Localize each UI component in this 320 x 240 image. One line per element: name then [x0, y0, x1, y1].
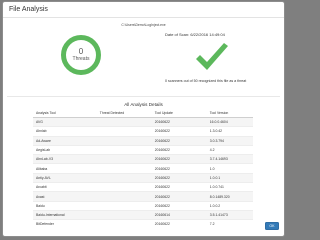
tool-update-cell: 20160614 [151, 209, 207, 220]
table-row: Baidu 20160622 1.0.0.2 [33, 200, 253, 211]
scan-date: Date of Scan: 6/22/2016 14:49:04 [165, 32, 225, 37]
table-row: Baidu-International 20160614 3.5.1.41473 [33, 209, 253, 220]
threat-detected-cell [96, 191, 152, 202]
analysis-details-table: Analysis Tool Threat Detected Tool Updat… [33, 109, 253, 229]
tool-version-cell: 3.5.1.41473 [206, 209, 253, 220]
scan-summary: 0 Threats Date of Scan: 6/22/2016 14:49:… [3, 28, 284, 96]
table-row: AegisLab 20160622 4.2 [33, 144, 253, 155]
check-icon [196, 43, 228, 70]
tool-update-cell: 20160622 [151, 135, 207, 146]
divider [7, 96, 280, 97]
threat-detected-cell [96, 209, 152, 220]
threat-detected-cell [96, 163, 152, 174]
table-row: Avast 20160622 8.0.1489.320 [33, 191, 253, 202]
tool-name-cell: Ad-Aware [33, 135, 97, 146]
tool-update-cell: 20160622 [151, 182, 207, 192]
tool-version-cell: 7.2 [206, 219, 253, 229]
threat-detected-cell [96, 116, 152, 127]
tool-version-cell: 1.3.0.42 [206, 126, 253, 137]
table-body: AVG 20160622 16.0.0.4604 Ahnlab 20160622 1.3.… [33, 116, 253, 229]
tool-name-cell: BitDefender [33, 219, 97, 229]
tool-update-cell: 20160622 [151, 191, 207, 202]
tool-version-cell: 1.0.0.741 [206, 182, 253, 192]
column-header: Analysis Tool [33, 109, 97, 118]
ok-button[interactable]: OK [265, 222, 279, 230]
tool-name-cell: Antiy-AVL [33, 172, 97, 183]
tool-version-cell: 4.2 [206, 144, 253, 155]
tool-version-cell: 1.0 [206, 163, 253, 174]
threat-detected-cell [96, 126, 152, 137]
scan-result: 0 scanners out of 50 recognized this fil… [165, 79, 247, 83]
tool-update-cell: 20160622 [151, 154, 207, 164]
threat-detected-cell [96, 200, 152, 211]
table-row: AVG 20160622 16.0.0.4604 [33, 116, 253, 127]
threat-detected-cell [96, 172, 152, 183]
tool-name-cell: AhnLab-V3 [33, 154, 97, 164]
threat-count: 0 [78, 47, 84, 56]
tool-update-cell: 20160622 [151, 144, 207, 155]
table-row: Ad-Aware 20160622 3.0.3.794 [33, 135, 253, 146]
tool-version-cell: 1.0.0.2 [206, 200, 253, 211]
threat-detected-cell [96, 182, 152, 192]
tool-name-cell: AVG [33, 116, 97, 127]
threat-detected-cell [96, 219, 152, 229]
threat-label: Threats [72, 56, 90, 62]
threat-detected-cell [96, 135, 152, 146]
tool-version-cell: 3.0.3.794 [206, 135, 253, 146]
tool-name-cell: Baidu [33, 200, 97, 211]
tool-update-cell: 20160622 [151, 163, 207, 174]
tool-name-cell: Alibaba [33, 163, 97, 174]
tool-name-cell: Avast [33, 191, 97, 202]
tool-update-cell: 20160622 [151, 172, 207, 183]
dialog-header: File Analysis [3, 2, 284, 18]
column-header: Tool Version [206, 109, 253, 118]
table-row: Ahnlab 20160622 1.3.0.42 [33, 126, 253, 137]
threat-count-circle: 0 Threats [61, 35, 101, 75]
tool-version-cell: 16.0.0.4604 [206, 116, 253, 127]
file-analysis-dialog: File Analysis C:\Users\Demo\LogInject.ex… [2, 1, 285, 237]
table-row: BitDefender 20160622 7.2 [33, 219, 253, 229]
tool-update-cell: 20160622 [151, 116, 207, 127]
tool-name-cell: AegisLab [33, 144, 97, 155]
tool-version-cell: 8.0.1489.320 [206, 191, 253, 202]
table-row: Arcabit 20160622 1.0.0.741 [33, 182, 253, 192]
details-title: All Analysis Details [124, 102, 163, 107]
table-row: AhnLab-V3 20160622 3.7.4.14693 [33, 154, 253, 164]
threat-detected-cell [96, 154, 152, 164]
column-header: Threat Detected [96, 109, 152, 118]
table-header-row: Analysis Tool Threat Detected Tool Updat… [33, 109, 253, 118]
tool-version-cell: 3.7.4.14693 [206, 154, 253, 164]
tool-update-cell: 20160622 [151, 219, 207, 229]
tool-update-cell: 20160622 [151, 200, 207, 211]
tool-name-cell: Baidu-International [33, 209, 97, 220]
dialog-title: File Analysis [9, 6, 48, 13]
tool-name-cell: Arcabit [33, 182, 97, 192]
tool-version-cell: 1.0.0.1 [206, 172, 253, 183]
column-header: Tool Update [151, 109, 207, 118]
table-row: Antiy-AVL 20160622 1.0.0.1 [33, 172, 253, 183]
tool-update-cell: 20160622 [151, 126, 207, 137]
threat-detected-cell [96, 144, 152, 155]
tool-name-cell: Ahnlab [33, 126, 97, 137]
table-row: Alibaba 20160622 1.0 [33, 163, 253, 174]
